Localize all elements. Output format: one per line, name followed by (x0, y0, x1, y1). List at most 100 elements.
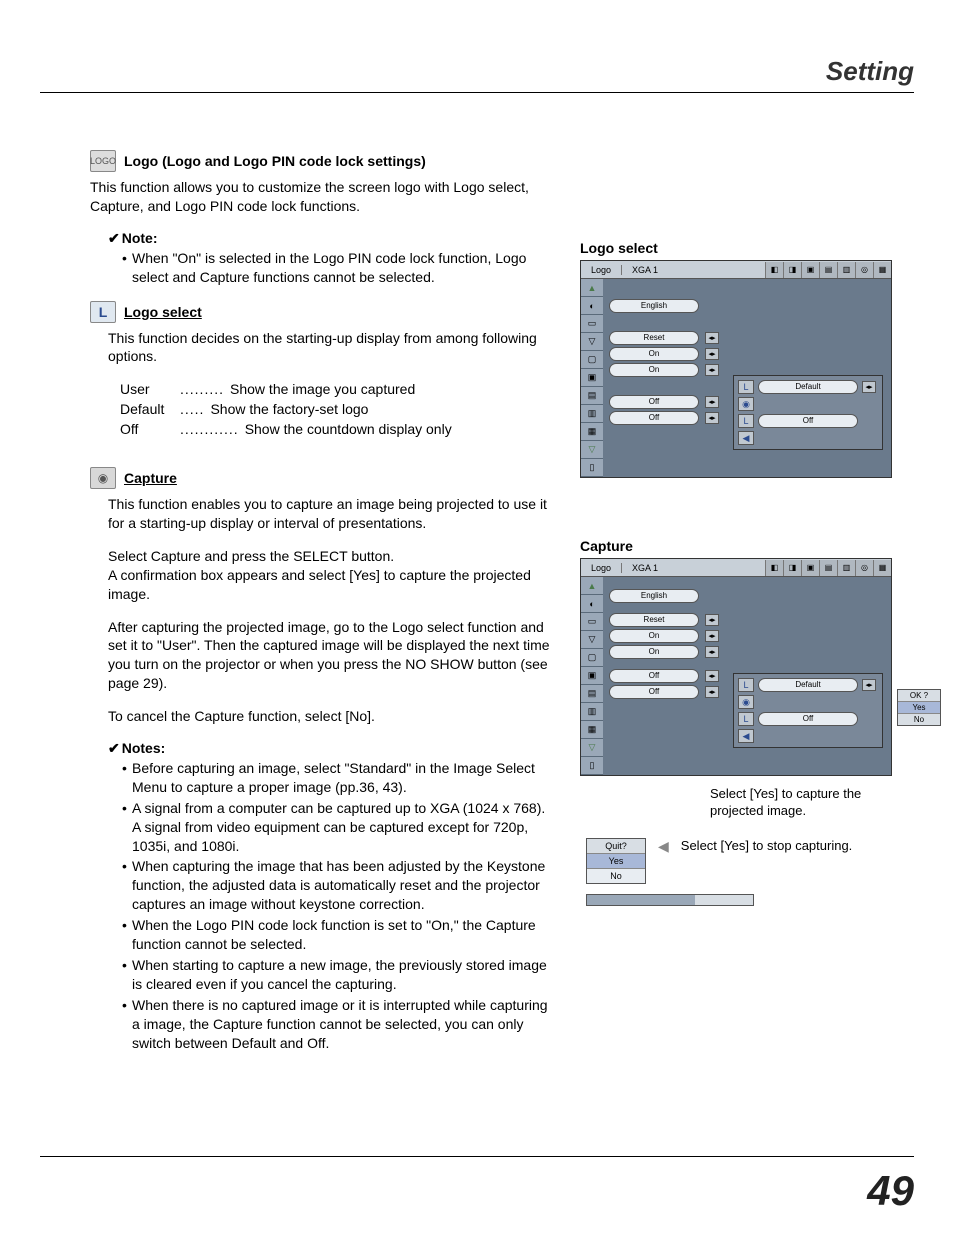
adjust-icon: ◂▸ (705, 412, 719, 424)
note-2: A signal from a computer can be captured… (132, 799, 550, 856)
osd-value: On (609, 347, 699, 361)
popup-default: Default (758, 380, 858, 394)
tab-icon: ◧ (765, 560, 783, 576)
footer-divider (40, 1156, 914, 1157)
page-number: 49 (867, 1167, 914, 1215)
popup-cam-icon: ◉ (738, 397, 754, 411)
note-6: When there is no captured image or it is… (132, 996, 550, 1053)
scroll-down-icon: ▽ (581, 739, 603, 757)
page-title: Setting (826, 56, 914, 87)
notes-list: •Before capturing an image, select "Stan… (122, 759, 550, 1052)
osd-sidebar: ▲ ◐ ▭ ▽ ▢ ▣ ▤ ▥ ▦ ▽ ▯ (581, 279, 603, 477)
osd-menu-label: Logo (581, 265, 621, 275)
osd-value: On (609, 629, 699, 643)
opt-off-v: Show the countdown display only (245, 420, 550, 440)
osd-value: Off (609, 669, 699, 683)
side-icon: ▤ (581, 387, 603, 405)
tab-icon: ▦ (873, 262, 891, 278)
adjust-icon: ◂▸ (705, 348, 719, 360)
logo-select-intro: This function decides on the starting-up… (108, 329, 550, 367)
caption-capture: Select [Yes] to capture the projected im… (710, 786, 910, 820)
opt-off-k: Off (120, 420, 180, 440)
side-icon: ▭ (581, 613, 603, 631)
popup-back-icon: ◀ (738, 729, 754, 743)
tab-icon: ▣ (801, 560, 819, 576)
notes-label: ✔Notes: (108, 740, 550, 757)
osd-mode: XGA 1 (621, 563, 668, 573)
adjust-icon: ◂▸ (862, 679, 876, 691)
popup-lock-icon: L (738, 414, 754, 428)
capture-p2a: Select Capture and press the SELECT butt… (108, 547, 550, 566)
capture-p3: After capturing the projected image, go … (108, 618, 550, 694)
adjust-icon: ◂▸ (705, 332, 719, 344)
adjust-icon: ◂▸ (705, 364, 719, 376)
osd-mode: XGA 1 (621, 265, 668, 275)
osd-value: Off (609, 685, 699, 699)
side-icon: ▥ (581, 703, 603, 721)
tab-icon: ◨ (783, 262, 801, 278)
tab-icon: ◎ (855, 262, 873, 278)
note-label-text: Note: (122, 230, 158, 246)
osd-value: On (609, 363, 699, 377)
adjust-icon: ◂▸ (705, 630, 719, 642)
scroll-up-icon: ▲ (581, 279, 603, 297)
side-icon: ◐ (581, 297, 603, 315)
quit-no: No (587, 869, 645, 883)
popup-default: Default (758, 678, 858, 692)
logo-intro: This function allows you to customize th… (90, 178, 550, 216)
side-icon: ▽ (581, 631, 603, 649)
side-icon: ▽ (581, 333, 603, 351)
side-icon: ◐ (581, 595, 603, 613)
capture-p2b: A confirmation box appears and select [Y… (108, 566, 550, 604)
adjust-icon: ◂▸ (705, 686, 719, 698)
side-icon: ▦ (581, 423, 603, 441)
side-icon: ▯ (581, 757, 603, 775)
tab-icon: ▤ (819, 560, 837, 576)
capture-heading: ◉ Capture (90, 467, 550, 489)
side-icon: ▣ (581, 667, 603, 685)
tab-icon: ▦ (873, 560, 891, 576)
side-icon: ▤ (581, 685, 603, 703)
confirm-dialog: OK ? Yes No (897, 689, 941, 726)
side-icon: ▯ (581, 459, 603, 477)
side-icon: ▥ (581, 405, 603, 423)
left-column: LOGO Logo (Logo and Logo PIN code lock s… (90, 150, 550, 1054)
note-3: When capturing the image that has been a… (132, 857, 550, 914)
logo-heading: LOGO Logo (Logo and Logo PIN code lock s… (90, 150, 550, 172)
note-list: •When "On" is selected in the Logo PIN c… (122, 249, 550, 287)
adjust-icon: ◂▸ (705, 396, 719, 408)
page-content: LOGO Logo (Logo and Logo PIN code lock s… (90, 150, 914, 1054)
opt-default-k: Default (120, 400, 180, 420)
capture-title: Capture (124, 470, 177, 486)
right-logo-select-title: Logo select (580, 240, 910, 256)
osd-popup: LDefault◂▸ ◉ LOff ◀ (733, 375, 883, 450)
tab-icon: ▣ (801, 262, 819, 278)
capture-p4: To cancel the Capture function, select [… (108, 707, 550, 726)
popup-off: Off (758, 414, 858, 428)
note-5: When starting to capture a new image, th… (132, 956, 550, 994)
opt-user-d: ......... (180, 380, 230, 400)
osd-popup: L Default ◂▸ ◉ L Off ◀ (733, 673, 883, 748)
confirm-title: OK ? (898, 690, 940, 702)
osd-value: Reset (609, 613, 699, 627)
capture-p1: This function enables you to capture an … (108, 495, 550, 533)
osd-value: Reset (609, 331, 699, 345)
adjust-icon: ◂▸ (705, 670, 719, 682)
osd-menu-label: Logo (581, 563, 621, 573)
note-label: ✔Note: (108, 230, 550, 247)
popup-cam-icon: ◉ (738, 695, 754, 709)
capture-icon: ◉ (90, 467, 116, 489)
popup-lock-icon: L (738, 712, 754, 726)
opt-off-d: ............ (180, 420, 245, 440)
tab-icon: ▤ (819, 262, 837, 278)
osd-sidebar: ▲ ◐ ▭ ▽ ▢ ▣ ▤ ▥ ▦ ▽ ▯ (581, 577, 603, 775)
tab-icon: ▥ (837, 560, 855, 576)
confirm-no: No (898, 714, 940, 725)
side-icon: ▣ (581, 369, 603, 387)
popup-l-icon: L (738, 678, 754, 692)
side-icon: ▢ (581, 351, 603, 369)
quit-block: Quit? Yes No ◀ Select [Yes] to stop capt… (586, 838, 910, 884)
osd-value: On (609, 645, 699, 659)
popup-off: Off (758, 712, 858, 726)
header-divider (40, 92, 914, 93)
